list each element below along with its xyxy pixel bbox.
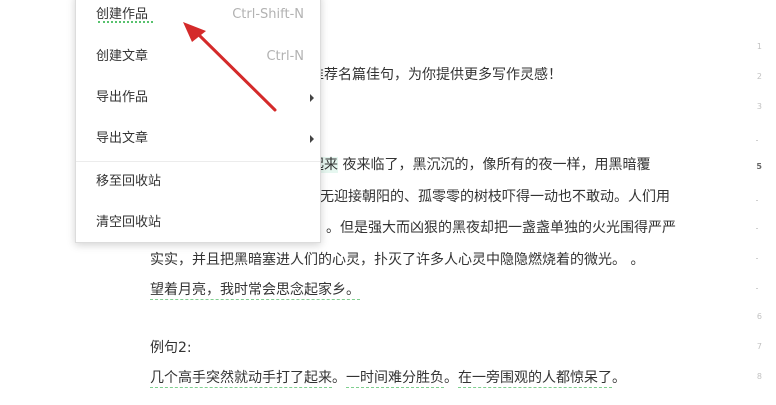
annotation-arrow-icon [183, 22, 277, 112]
